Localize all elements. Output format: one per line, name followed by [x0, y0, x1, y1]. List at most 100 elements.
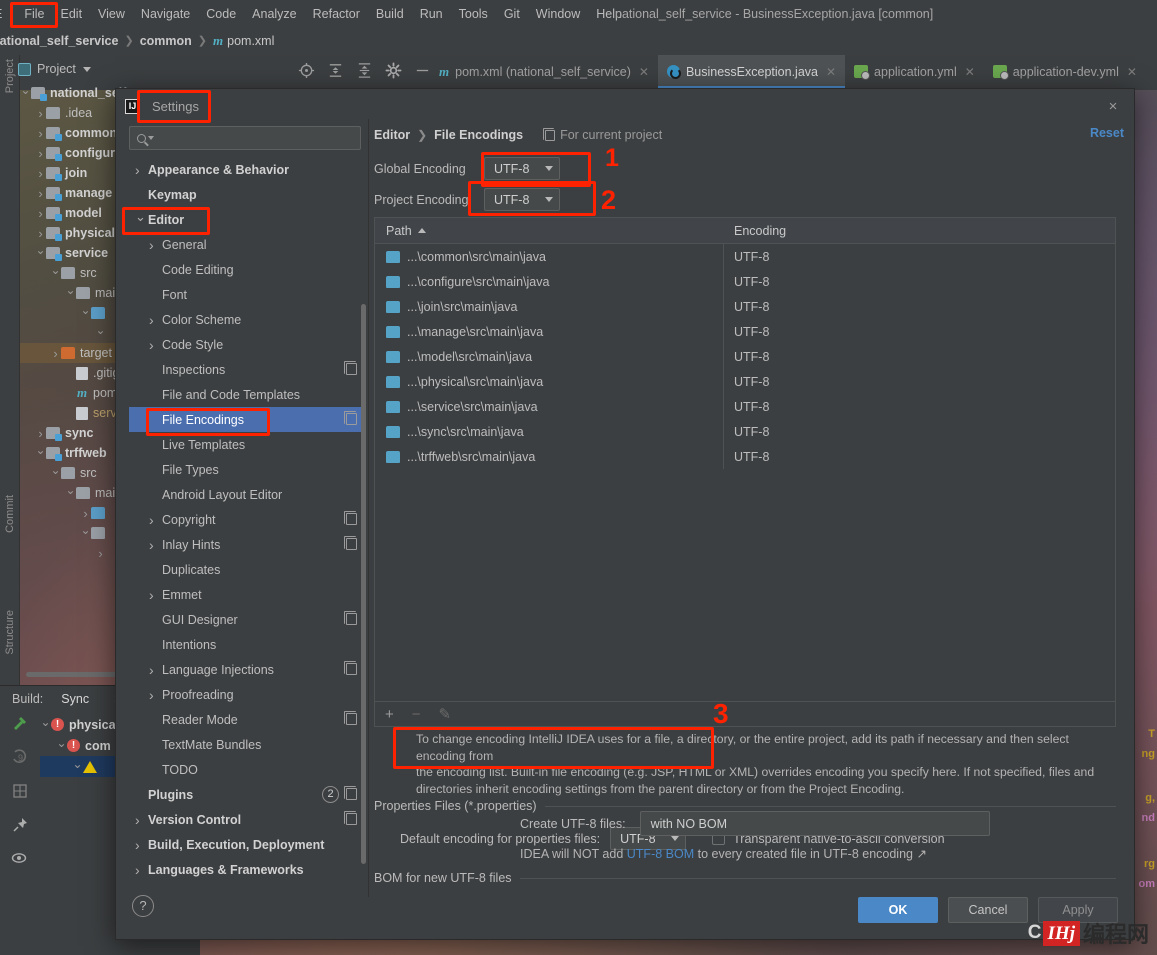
settings-tree-item-reader-mode[interactable]: Reader Mode — [129, 707, 365, 732]
eye-icon[interactable] — [11, 850, 29, 868]
table-row[interactable]: ...\common\src\main\java UTF-8 — [375, 244, 1115, 269]
expand-all-icon[interactable] — [327, 62, 344, 79]
settings-tree-item-inspections[interactable]: Inspections — [129, 357, 365, 382]
chevron-right-icon[interactable]: › — [95, 546, 106, 561]
pin-icon[interactable] — [11, 816, 29, 834]
chevron-right-icon[interactable] — [149, 512, 162, 528]
project-tree-node[interactable]: › physical — [20, 223, 130, 243]
chevron-right-icon[interactable] — [135, 862, 148, 878]
grid-icon[interactable] — [11, 782, 29, 800]
remove-button[interactable]: − — [412, 706, 421, 723]
table-row[interactable]: ...\configure\src\main\java UTF-8 — [375, 269, 1115, 294]
settings-tree-item-todo[interactable]: TODO — [129, 757, 365, 782]
chevron-right-icon[interactable]: › — [35, 186, 46, 201]
settings-tree-item-color-scheme[interactable]: Color Scheme — [129, 307, 365, 332]
table-row[interactable]: ...\manage\src\main\java UTF-8 — [375, 319, 1115, 344]
menu-item-git[interactable]: Git — [496, 4, 528, 24]
hammer-icon[interactable] — [11, 714, 29, 732]
menu-item-edit[interactable]: Edit — [53, 4, 91, 24]
menu-item-file[interactable]: File — [16, 4, 52, 24]
table-row[interactable]: ...\trffweb\src\main\java UTF-8 — [375, 444, 1115, 469]
locate-icon[interactable] — [298, 62, 315, 79]
settings-tree-item-file-and-code-templates[interactable]: File and Code Templates — [129, 382, 365, 407]
project-tree-node[interactable]: ⌄ trffweb — [20, 443, 130, 463]
project-encoding-combo[interactable]: UTF-8 — [484, 188, 560, 211]
settings-tree-item-editor[interactable]: Editor — [129, 207, 365, 232]
menu-item-code[interactable]: Code — [198, 4, 244, 24]
encodings-table[interactable]: Path Encoding ...\common\src\main\java UT… — [374, 217, 1116, 702]
settings-tree-item-proofreading[interactable]: Proofreading — [129, 682, 365, 707]
menu-item-refactor[interactable]: Refactor — [305, 4, 368, 24]
project-tree-node[interactable]: › common — [20, 123, 130, 143]
project-tree-node[interactable]: ⌄ main — [20, 283, 130, 303]
editor-tab[interactable]: m pom.xml (national_self_service) ✕ — [430, 55, 658, 88]
chevron-right-icon[interactable] — [149, 312, 162, 328]
settings-tree-item-keymap[interactable]: Keymap — [129, 182, 365, 207]
chevron-right-icon[interactable] — [135, 837, 148, 853]
settings-tree-item-copyright[interactable]: Copyright — [129, 507, 365, 532]
settings-tree-item-code-style[interactable]: Code Style — [129, 332, 365, 357]
strip-label-structure[interactable]: Structure — [4, 610, 16, 655]
column-header-encoding[interactable]: Encoding — [723, 224, 786, 238]
settings-tree-item-file-encodings[interactable]: File Encodings — [129, 407, 365, 432]
strip-label-commit[interactable]: Commit — [4, 495, 16, 533]
collapse-all-icon[interactable] — [356, 62, 373, 79]
settings-tree-item-languages-frameworks[interactable]: Languages & Frameworks — [129, 857, 365, 882]
project-tree-node[interactable]: › target — [20, 343, 130, 363]
chevron-down-icon[interactable]: ⌄ — [50, 463, 61, 477]
reset-link[interactable]: Reset — [1090, 126, 1124, 140]
chevron-right-icon[interactable]: › — [35, 426, 46, 441]
settings-tree-item-code-editing[interactable]: Code Editing — [129, 257, 365, 282]
chevron-down-icon[interactable]: ⌄ — [72, 757, 83, 771]
chevron-right-icon[interactable] — [135, 812, 148, 828]
menu-item-view[interactable]: View — [90, 4, 133, 24]
chevron-right-icon[interactable] — [149, 587, 162, 603]
project-tree-node[interactable]: mpom.xml — [20, 383, 130, 403]
project-tree-node[interactable]: ⌄ main — [20, 483, 130, 503]
chevron-down-icon[interactable]: ⌄ — [35, 243, 46, 257]
project-tree-node[interactable]: ⌄national_self_service — [20, 83, 130, 103]
table-row[interactable]: ...\physical\src\main\java UTF-8 — [375, 369, 1115, 394]
breadcrumb-editor[interactable]: Editor — [374, 128, 410, 142]
minimize-icon[interactable] — [414, 62, 431, 79]
settings-search[interactable] — [129, 126, 361, 150]
settings-tree-item-version-control[interactable]: Version Control — [129, 807, 365, 832]
project-tree-node[interactable]: .gitignore — [20, 363, 130, 383]
project-tree-node[interactable]: › .idea — [20, 103, 130, 123]
build-tab-sync[interactable]: Sync — [61, 692, 89, 706]
table-row[interactable]: ...\sync\src\main\java UTF-8 — [375, 419, 1115, 444]
chevron-down-icon[interactable]: ⌄ — [80, 303, 91, 317]
settings-tree-item-appearance-behavior[interactable]: Appearance & Behavior — [129, 157, 365, 182]
close-icon[interactable]: ✕ — [826, 65, 836, 79]
chevron-down-icon[interactable]: ⌄ — [40, 715, 51, 729]
project-tree-node[interactable]: › — [20, 543, 130, 563]
close-icon[interactable]: ✕ — [1127, 65, 1137, 79]
global-encoding-combo[interactable]: UTF-8 — [484, 157, 560, 180]
cancel-button[interactable]: Cancel — [948, 897, 1028, 923]
project-tree-node[interactable]: ⌄ — [20, 303, 130, 323]
column-header-path[interactable]: Path — [375, 224, 723, 238]
settings-tree-item-duplicates[interactable]: Duplicates — [129, 557, 365, 582]
project-tree-node[interactable]: ⌄ service — [20, 243, 130, 263]
table-row[interactable]: ...\join\src\main\java UTF-8 — [375, 294, 1115, 319]
project-tree-node[interactable]: › model — [20, 203, 130, 223]
menu-item-tools[interactable]: Tools — [451, 4, 496, 24]
help-button[interactable]: ? — [132, 895, 154, 917]
close-icon[interactable]: ✕ — [639, 65, 649, 79]
chevron-right-icon[interactable] — [149, 687, 162, 703]
add-button[interactable]: + — [385, 706, 394, 723]
close-icon[interactable]: × — [1104, 98, 1122, 116]
settings-tree-item-live-templates[interactable]: Live Templates — [129, 432, 365, 457]
menu-item-run[interactable]: Run — [412, 4, 451, 24]
breadcrumb-project[interactable]: national_self_service — [0, 34, 118, 48]
settings-tree-item-language-injections[interactable]: Language Injections — [129, 657, 365, 682]
ok-button[interactable]: OK — [858, 897, 938, 923]
chevron-right-icon[interactable] — [149, 337, 162, 353]
breadcrumb-file[interactable]: pom.xml — [227, 34, 274, 48]
settings-tree-item-general[interactable]: General — [129, 232, 365, 257]
project-tree-node[interactable]: › — [20, 503, 130, 523]
project-tree-node[interactable]: › configure — [20, 143, 130, 163]
project-tree-scrollbar[interactable] — [26, 672, 126, 677]
editor-tab[interactable]: application-dev.yml ✕ — [984, 55, 1146, 88]
chevron-right-icon[interactable] — [149, 537, 162, 553]
